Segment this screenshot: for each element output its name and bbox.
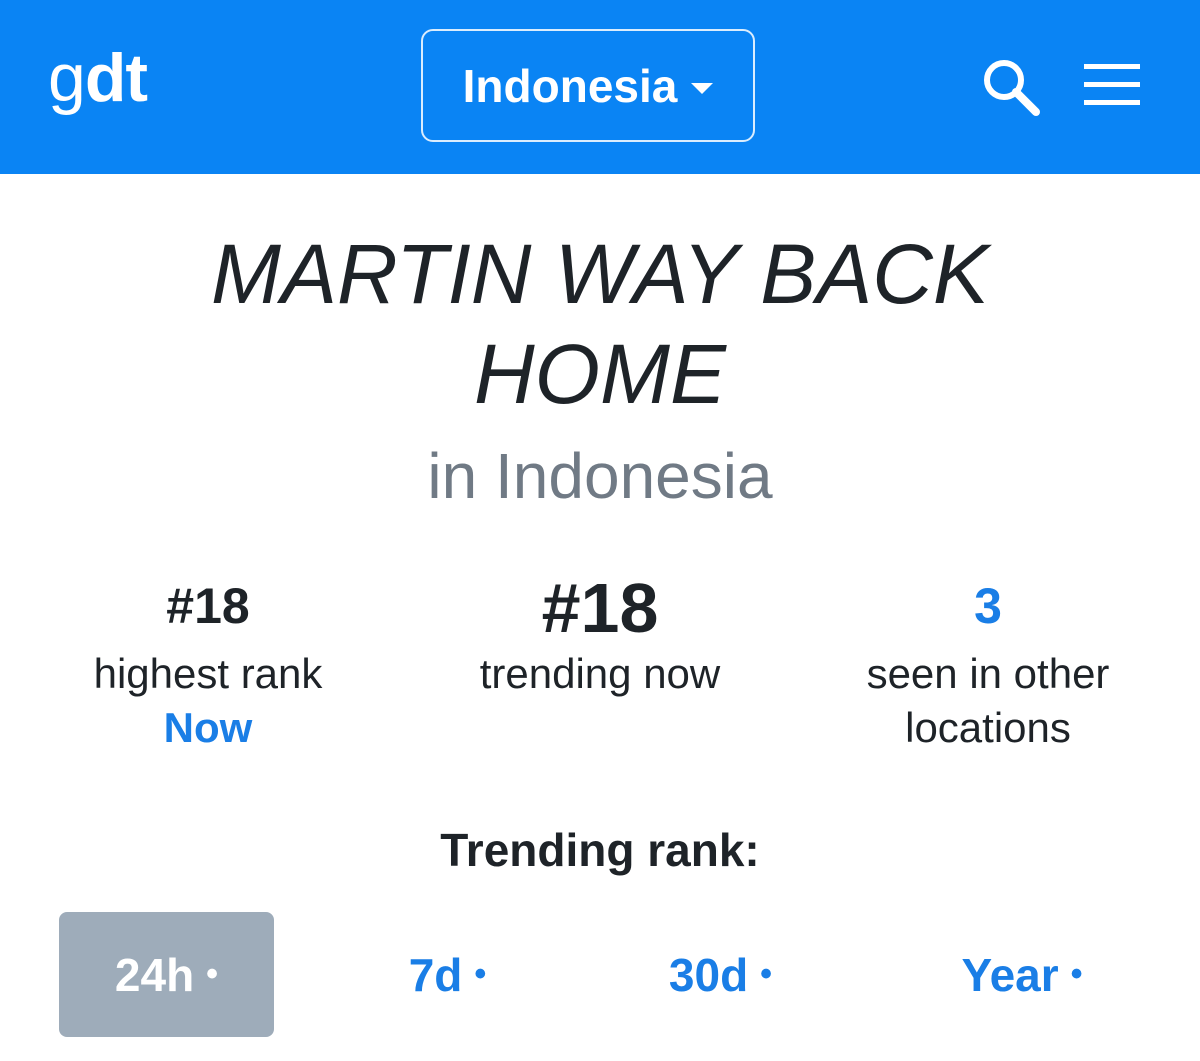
trending-now-value: #18: [541, 569, 659, 647]
tab-30d-dot: •: [760, 955, 773, 993]
tab-year-label: Year: [961, 948, 1059, 1001]
tab-30d[interactable]: 30d •: [613, 912, 828, 1037]
highest-rank-time-link[interactable]: Now: [18, 701, 398, 755]
stat-trending-now: #18 trending now: [410, 569, 790, 701]
other-locations-label: seen in other locations: [866, 650, 1110, 751]
tab-year-dot: •: [1070, 955, 1083, 993]
hamburger-menu-icon[interactable]: [1082, 62, 1142, 108]
other-locations-value[interactable]: 3: [798, 575, 1178, 637]
stat-highest-rank: #18 highest rank Now: [18, 575, 398, 755]
logo-dt: dt: [84, 40, 148, 116]
time-range-tabs: 24h • 7d • 30d • Year •: [0, 912, 1200, 1037]
country-selector-label: Indonesia: [462, 59, 678, 112]
tab-7d[interactable]: 7d •: [340, 912, 555, 1037]
site-logo[interactable]: gdt: [48, 38, 148, 118]
tab-24h[interactable]: 24h •: [59, 912, 274, 1037]
tab-7d-dot: •: [474, 955, 487, 993]
chevron-down-icon: [691, 83, 714, 94]
topic-location-subtitle: in Indonesia: [427, 440, 773, 512]
search-icon[interactable]: [982, 58, 1042, 118]
highest-rank-value: #18: [166, 578, 250, 634]
trending-now-label: trending now: [479, 650, 721, 697]
stat-other-locations[interactable]: 3 seen in other locations: [798, 575, 1178, 755]
logo-g: g: [48, 40, 86, 116]
top-navigation-bar: gdt Indonesia: [0, 0, 1200, 174]
tab-year[interactable]: Year •: [912, 912, 1132, 1037]
topic-title: MARTIN WAY BACK HOME: [211, 227, 989, 421]
tab-24h-label: 24h: [114, 948, 195, 1001]
highest-rank-label: highest rank: [93, 650, 323, 697]
tab-7d-label: 7d: [408, 948, 463, 1001]
country-selector-button[interactable]: Indonesia: [421, 29, 755, 142]
tab-24h-dot: •: [206, 955, 219, 993]
tab-30d-label: 30d: [668, 948, 749, 1001]
trending-rank-heading: Trending rank:: [440, 824, 760, 876]
